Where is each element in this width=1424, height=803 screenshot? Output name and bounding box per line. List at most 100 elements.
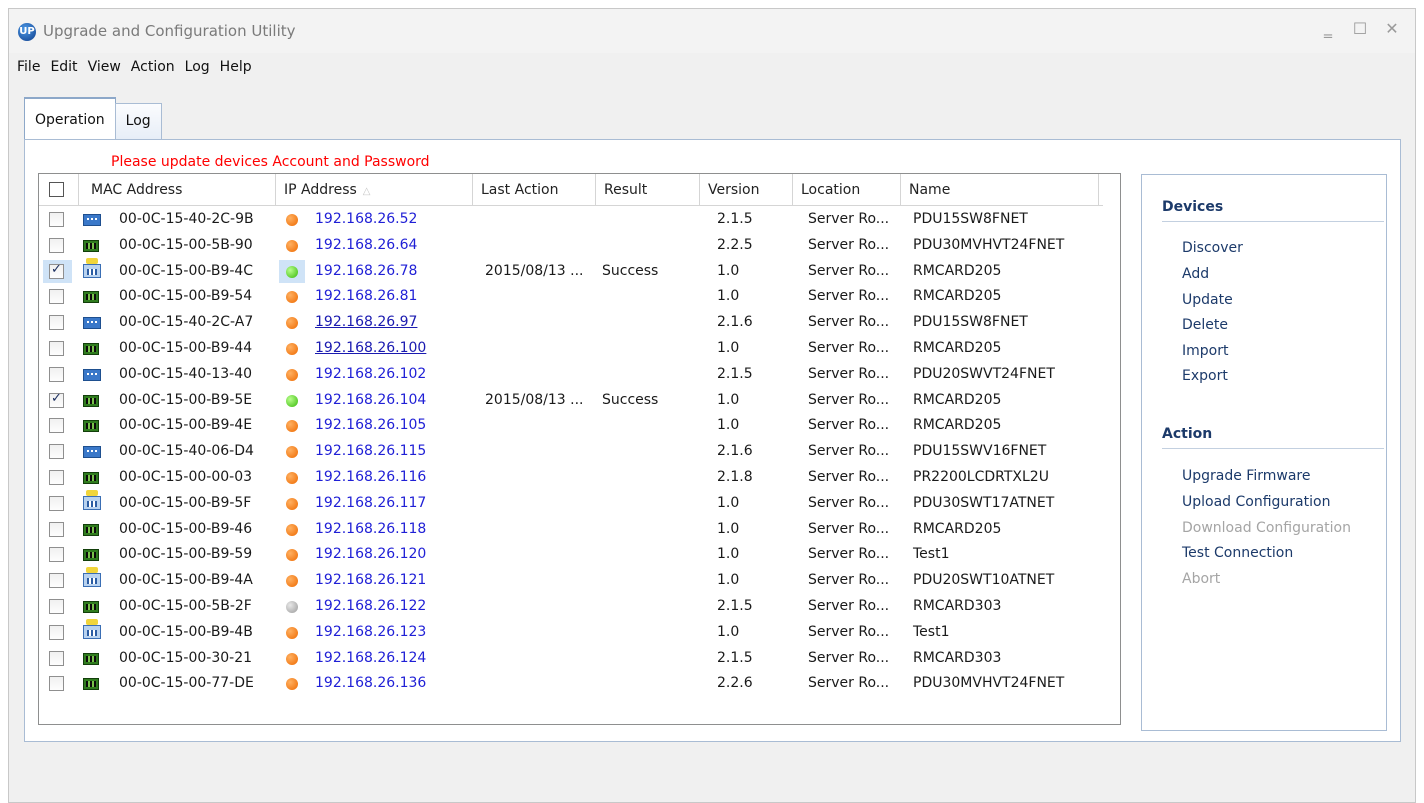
upload-configuration-link[interactable]: Upload Configuration	[1182, 494, 1330, 510]
ip-address-link[interactable]: 192.168.26.64	[315, 237, 417, 253]
row-checkbox[interactable]	[49, 624, 64, 640]
ip-address-link[interactable]: 192.168.26.136	[315, 675, 426, 691]
menu-help[interactable]: Help	[216, 59, 256, 75]
header-version[interactable]: Version	[700, 174, 793, 206]
ip-address-link[interactable]: 192.168.26.122	[315, 598, 426, 614]
row-checkbox[interactable]	[49, 650, 64, 666]
tab-log[interactable]: Log	[114, 103, 162, 139]
menu-edit[interactable]: Edit	[46, 59, 81, 75]
row-checkbox[interactable]	[49, 444, 64, 460]
header-last-action[interactable]: Last Action	[473, 174, 596, 206]
mac-address-cell: 00-0C-15-00-77-DE	[119, 675, 254, 692]
table-row[interactable]: 00-0C-15-40-13-40 192.168.26.102 2.1.5 Serv…	[39, 362, 1119, 388]
row-checkbox[interactable]	[49, 340, 64, 356]
row-checkbox[interactable]	[49, 237, 64, 253]
close-icon[interactable]: ✕	[1383, 19, 1401, 39]
select-all-checkbox[interactable]	[49, 182, 64, 197]
ip-address-link[interactable]: 192.168.26.123	[315, 624, 426, 640]
ip-address-link[interactable]: 192.168.26.120	[315, 546, 426, 562]
minimize-icon[interactable]: ‗	[1319, 19, 1337, 39]
table-row[interactable]: 00-0C-15-00-B9-59 192.168.26.120 1.0 Server…	[39, 542, 1119, 568]
ip-address-link[interactable]: 192.168.26.124	[315, 650, 426, 666]
table-row[interactable]: 00-0C-15-00-5B-2F 192.168.26.122 2.1.5 Serv…	[39, 594, 1119, 620]
card-icon	[83, 600, 99, 613]
ip-address-link[interactable]: 192.168.26.78	[315, 263, 417, 279]
table-row[interactable]: 00-0C-15-00-B9-5F 192.168.26.117 1.0 Server…	[39, 489, 1119, 517]
location-cell: Server Ro...	[808, 675, 890, 692]
table-row[interactable]: 00-0C-15-00-5B-90 192.168.26.64 2.2.5 Serve…	[39, 233, 1119, 259]
ip-address-link[interactable]: 192.168.26.116	[315, 469, 426, 485]
test-connection-link[interactable]: Test Connection	[1182, 545, 1293, 561]
mac-address-cell: 00-0C-15-40-13-40	[119, 365, 253, 382]
header-location[interactable]: Location	[793, 174, 901, 206]
discover-link[interactable]: Discover	[1182, 240, 1243, 256]
status-orange-icon	[286, 317, 298, 330]
row-checkbox[interactable]	[49, 315, 64, 331]
upgrade-firmware-link[interactable]: Upgrade Firmware	[1182, 468, 1310, 484]
ip-address-link[interactable]: 192.168.26.100	[315, 340, 426, 356]
row-checkbox[interactable]	[49, 573, 64, 589]
device-name-cell: PDU20SWVT24FNET	[913, 365, 1055, 382]
ip-address-link[interactable]: 192.168.26.97	[315, 314, 417, 330]
row-checkbox[interactable]	[49, 366, 64, 382]
version-cell: 2.1.5	[717, 597, 753, 614]
menu-file[interactable]: File	[13, 59, 44, 75]
row-checkbox[interactable]	[49, 598, 64, 614]
ip-address-link[interactable]: 192.168.26.81	[315, 288, 417, 304]
add-link[interactable]: Add	[1182, 266, 1209, 282]
row-checkbox[interactable]	[49, 495, 64, 511]
card-icon	[83, 652, 99, 665]
row-checkbox[interactable]	[49, 418, 64, 434]
table-row[interactable]: 00-0C-15-00-B9-5E 192.168.26.104 2015/08/1…	[39, 388, 1119, 414]
version-cell: 2.1.5	[717, 649, 753, 666]
pdu-icon	[83, 368, 101, 381]
row-checkbox[interactable]	[49, 262, 64, 279]
ip-address-link[interactable]: 192.168.26.102	[315, 366, 426, 382]
import-link[interactable]: Import	[1182, 343, 1228, 359]
device-name-cell: PDU20SWT10ATNET	[913, 572, 1055, 589]
version-cell: 2.1.8	[717, 468, 753, 485]
table-row[interactable]: 00-0C-15-00-00-03 192.168.26.116 2.1.8 Serv…	[39, 465, 1119, 491]
table-row[interactable]: 00-0C-15-40-2C-9B 192.168.26.52 2.1.5 Serve…	[39, 207, 1119, 233]
row-checkbox[interactable]	[49, 469, 64, 485]
header-ip-address[interactable]: IP Address △	[276, 174, 473, 206]
table-row[interactable]: 00-0C-15-40-06-D4 192.168.26.115 2.1.6 Serv…	[39, 439, 1119, 465]
header-mac-address[interactable]: MAC Address	[79, 174, 276, 206]
ups-icon	[83, 257, 101, 278]
row-checkbox[interactable]	[49, 391, 64, 408]
table-row[interactable]: 00-0C-15-00-B9-4A 192.168.26.121 1.0 Server…	[39, 567, 1119, 594]
ip-address-link[interactable]: 192.168.26.105	[315, 417, 426, 433]
menu-view[interactable]: View	[84, 59, 125, 75]
table-row[interactable]: 00-0C-15-00-B9-4E 192.168.26.105 1.0 Server…	[39, 413, 1119, 439]
row-checkbox[interactable]	[49, 676, 64, 692]
ip-address-link[interactable]: 192.168.26.115	[315, 443, 426, 459]
menu-action[interactable]: Action	[127, 59, 179, 75]
ip-address-link[interactable]: 192.168.26.118	[315, 521, 426, 537]
delete-link[interactable]: Delete	[1182, 317, 1228, 333]
export-link[interactable]: Export	[1182, 368, 1228, 384]
header-result[interactable]: Result	[596, 174, 700, 206]
table-row[interactable]: 00-0C-15-00-B9-44 192.168.26.100 1.0 Server…	[39, 336, 1119, 362]
ip-address-link[interactable]: 192.168.26.121	[315, 572, 426, 588]
row-checkbox[interactable]	[49, 212, 64, 227]
ip-address-link[interactable]: 192.168.26.104	[315, 392, 426, 408]
update-link[interactable]: Update	[1182, 292, 1233, 308]
ip-address-link[interactable]: 192.168.26.117	[315, 495, 426, 511]
table-row[interactable]: 00-0C-15-00-B9-4B 192.168.26.123 1.0 Server…	[39, 618, 1119, 646]
ip-address-link[interactable]: 192.168.26.52	[315, 211, 417, 227]
tab-operation[interactable]: Operation	[24, 97, 116, 139]
table-row[interactable]: 00-0C-15-00-B9-4C 192.168.26.78 2015/08/13…	[39, 257, 1119, 285]
row-checkbox[interactable]	[49, 547, 64, 563]
header-name[interactable]: Name	[901, 174, 1099, 206]
row-checkbox[interactable]	[49, 289, 64, 305]
table-row[interactable]: 00-0C-15-00-77-DE 192.168.26.136 2.2.6 Serv…	[39, 671, 1119, 697]
table-row[interactable]: 00-0C-15-00-30-21 192.168.26.124 2.1.5 Serv…	[39, 646, 1119, 672]
menu-log[interactable]: Log	[181, 59, 214, 75]
maximize-icon[interactable]: ☐	[1351, 19, 1369, 39]
table-row[interactable]: 00-0C-15-00-B9-54 192.168.26.81 1.0 Server …	[39, 284, 1119, 310]
mac-address-cell: 00-0C-15-00-30-21	[119, 649, 253, 666]
row-checkbox[interactable]	[49, 521, 64, 537]
table-row[interactable]: 00-0C-15-40-2C-A7 192.168.26.97 2.1.6 Serve…	[39, 310, 1119, 336]
device-name-cell: RMCARD205	[913, 288, 1002, 305]
table-row[interactable]: 00-0C-15-00-B9-46 192.168.26.118 1.0 Server…	[39, 517, 1119, 543]
